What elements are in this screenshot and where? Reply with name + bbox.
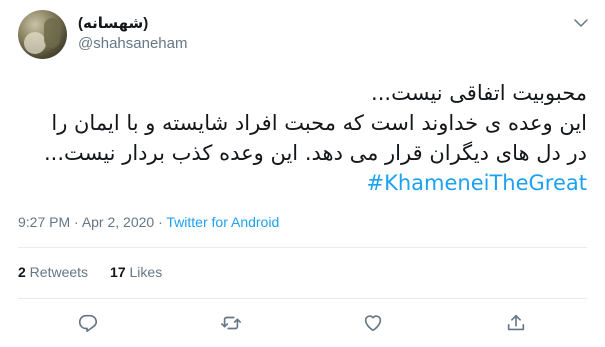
likes-label: Likes <box>125 264 163 280</box>
meta-separator: · <box>70 214 82 230</box>
avatar[interactable] <box>18 10 67 59</box>
share-icon[interactable] <box>505 312 527 334</box>
meta-separator: · <box>154 214 167 230</box>
display-name[interactable]: (شهسانه) <box>78 14 148 32</box>
tweet-date[interactable]: Apr 2, 2020 <box>82 214 154 230</box>
tweet-text: محبوبیت اتفاقی نیست... این وعده ی خداوند… <box>17 78 587 198</box>
action-bar <box>0 310 605 338</box>
tweet-line: محبوبیت اتفاقی نیست... <box>371 81 587 105</box>
tweet-line: در دل های دیگران قرار می دهد. این وعده ک… <box>43 141 587 165</box>
avatar-shade <box>24 32 46 54</box>
tweet-line: این وعده ی خداوند است که محبت افراد شایس… <box>51 111 587 135</box>
source-link[interactable]: Twitter for Android <box>166 214 279 230</box>
tweet-time[interactable]: 9:27 PM <box>18 214 70 230</box>
likes-count: 17 <box>110 264 126 280</box>
retweets-label: Retweets <box>25 264 89 280</box>
divider <box>18 298 587 299</box>
tweet-card: (شهسانه) @shahsaneham محبوبیت اتفاقی نیس… <box>0 0 605 347</box>
likes-stat[interactable]: 17 Likes <box>110 264 162 280</box>
divider <box>18 247 587 248</box>
retweet-icon[interactable] <box>220 312 242 334</box>
reply-icon[interactable] <box>77 312 99 334</box>
hashtag-link[interactable]: #KhameneiTheGreat <box>17 168 587 198</box>
avatar-shade <box>44 18 60 48</box>
retweets-count: 2 <box>18 264 26 280</box>
heart-icon[interactable] <box>362 312 384 334</box>
retweets-stat[interactable]: 2 Retweets <box>18 264 88 280</box>
user-handle[interactable]: @shahsaneham <box>78 35 187 52</box>
chevron-down-icon[interactable] <box>572 14 590 32</box>
tweet-meta: 9:27 PM · Apr 2, 2020 · Twitter for Andr… <box>18 214 279 230</box>
tweet-stats: 2 Retweets 17 Likes <box>18 264 162 280</box>
